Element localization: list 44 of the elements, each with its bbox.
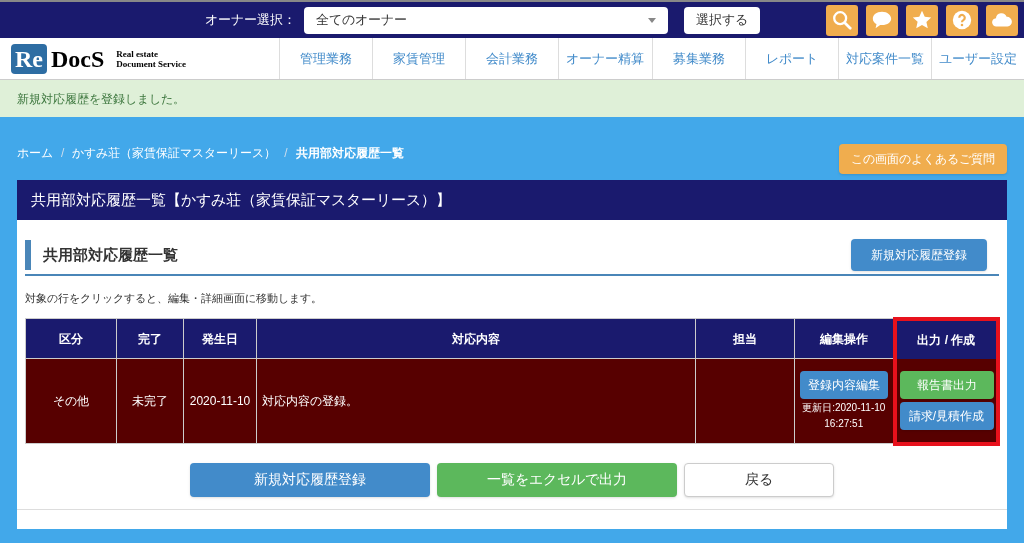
owner-select-label: オーナー選択： [205, 11, 296, 30]
toolbar-button[interactable] [946, 4, 978, 36]
breadcrumb-separator: / [284, 145, 288, 162]
footer-button[interactable]: 一覧をエクセルで出力 [437, 462, 677, 497]
new-record-button[interactable]: 新規対応履歴登録 [851, 239, 987, 271]
report-button[interactable]: 報告書出力 [899, 370, 994, 399]
breadcrumb-link[interactable]: かすみ荘（家賃保証マスターリース） [72, 144, 277, 162]
table-cell: 2020-11-10 [183, 358, 257, 444]
toolbar-button[interactable] [826, 4, 858, 36]
current-page-label: 共用部対応履歴一覧 [295, 145, 404, 162]
footer-button[interactable]: 新規対応履歴登録 [190, 462, 430, 497]
column-header: 区分 [25, 318, 117, 359]
updated-date: 更新日:2020-11-10 [802, 401, 886, 415]
breadcrumb-separator: / [61, 145, 65, 162]
column-header: 担当 [695, 318, 794, 359]
success-alert: 新規対応履歴を登録しました。 [0, 79, 1024, 117]
column-header: 発生日 [183, 318, 257, 359]
footer-button[interactable]: 戻る [684, 462, 834, 497]
column-header: 対応内容 [256, 318, 695, 359]
panel-title: 共用部対応履歴一覧【かすみ荘（家賃保証マスターリース）】 [17, 180, 1007, 220]
table-cell: その他 [25, 358, 117, 444]
invoice-button[interactable]: 請求/見積作成 [899, 401, 994, 430]
edit-button[interactable]: 登録内容編集 [799, 371, 888, 399]
star-icon [911, 9, 933, 31]
toolbar-button[interactable] [906, 4, 938, 36]
table-row[interactable]: その他 未完了 2020-11-10 対応内容の登録。 登録内容編集 更新日:2020-11-10 16:27:51 報告書出力 請求/見積作成 [25, 358, 998, 444]
toolbar-button[interactable] [986, 4, 1018, 36]
column-header: 完了 [116, 318, 184, 359]
table-cell: 未完了 [116, 358, 184, 444]
faq-button[interactable]: この画面のよくあるご質問 [839, 144, 1007, 174]
owner-select[interactable]: 全てのオーナー [304, 6, 668, 34]
logo[interactable]: Re DocS Real estate Document Service [0, 38, 279, 79]
select-button[interactable]: 選択する [684, 6, 760, 34]
column-header: 編集操作 [794, 318, 895, 359]
search-icon [831, 9, 853, 31]
table-cell: 対応内容の登録。 [256, 358, 695, 444]
breadcrumb-link[interactable]: ホーム [17, 144, 53, 162]
help-icon [951, 9, 973, 31]
toolbar-button[interactable] [866, 4, 898, 36]
caret-icon [648, 17, 656, 23]
updated-time: 16:27:51 [824, 417, 864, 431]
speech-bubble-icon [871, 9, 893, 31]
section-title: 共用部対応履歴一覧 [25, 240, 178, 270]
hint-text: 対象の行をクリックすると、編集・詳細画面に移動します。 [25, 291, 323, 306]
